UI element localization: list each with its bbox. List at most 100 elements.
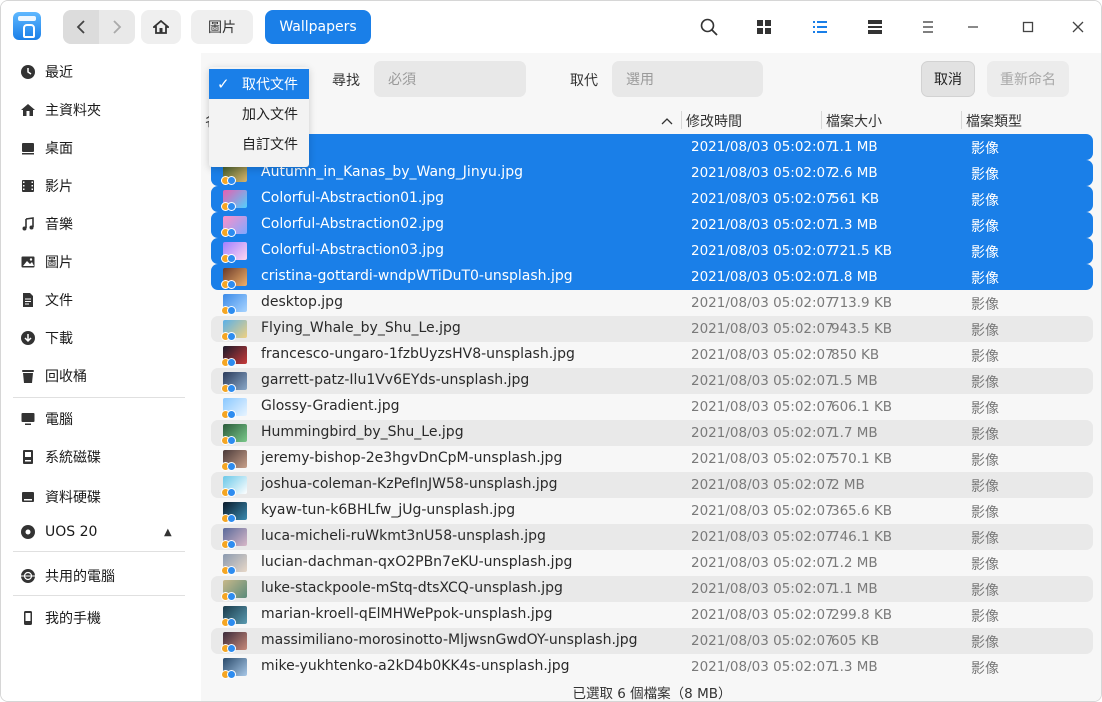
rename-bar: 尋找 必須 取代 選用 取消 重新命名 — [201, 53, 1101, 105]
image-thumbnail-icon — [221, 190, 247, 211]
file-row[interactable]: kyaw-tun-k6BHLfw_jUg-unsplash.jpg 2021/08… — [211, 498, 1093, 524]
sort-ascending-icon[interactable] — [661, 113, 673, 129]
search-button[interactable] — [695, 13, 723, 41]
breadcrumb-wallpapers[interactable]: Wallpapers — [265, 10, 371, 44]
minimize-button[interactable] — [959, 13, 987, 41]
sidebar-item-desktop[interactable]: 桌面 — [1, 131, 201, 165]
file-size: 943.5 KB — [831, 321, 893, 337]
find-label: 尋找 — [332, 73, 360, 89]
sidebar-item-label: 圖片 — [45, 255, 73, 271]
file-name: Colorful-Abstraction03.jpg — [261, 242, 445, 258]
file-row[interactable]: Flying_Whale_by_Shu_Le.jpg 2021/08/03 05:… — [211, 316, 1093, 342]
close-button[interactable] — [1064, 13, 1092, 41]
file-name: Flying_Whale_by_Shu_Le.jpg — [261, 320, 461, 336]
file-type: 影像 — [971, 635, 999, 651]
file-name: luca-micheli-ruWkmt3nU58-unsplash.jpg — [261, 528, 546, 544]
eject-icon[interactable]: ▲ — [164, 527, 172, 538]
column-divider[interactable] — [961, 111, 962, 129]
file-row[interactable]: Hummingbird_by_Shu_Le.jpg 2021/08/03 05:0… — [211, 420, 1093, 446]
menu-item-label: 取代文件 — [242, 77, 298, 93]
rename-button[interactable]: 重新命名 — [987, 61, 1069, 97]
icon-view-button[interactable] — [750, 13, 778, 41]
file-size: 606.1 KB — [831, 399, 893, 415]
maximize-button[interactable] — [1014, 13, 1042, 41]
sidebar-item-label: 系統磁碟 — [45, 450, 101, 466]
list-view-button[interactable] — [806, 13, 834, 41]
file-modified: 2021/08/03 05:02:07 — [691, 425, 834, 441]
file-row[interactable]: massimiliano-morosinotto-MljwsnGwdOY-uns… — [211, 628, 1093, 654]
file-row[interactable]: luca-micheli-ruWkmt3nU58-unsplash.jpg 202… — [211, 524, 1093, 550]
menu-item-add-text[interactable]: 加入文件 — [209, 99, 309, 129]
sidebar-item-recent[interactable]: 最近 — [1, 55, 201, 89]
file-size: 746.1 KB — [831, 529, 893, 545]
sidebar-item-downloads[interactable]: 下載 — [1, 321, 201, 355]
close-icon — [1072, 21, 1084, 33]
sidebar-item-videos[interactable]: 影片 — [1, 169, 201, 203]
file-row[interactable]: jeremy-bishop-2e3hgvDnCpM-unsplash.jpg 20… — [211, 446, 1093, 472]
file-row[interactable]: cristina-gottardi-wndpWTiDuT0-unsplash.j… — [211, 264, 1093, 290]
find-input[interactable]: 必須 — [374, 61, 526, 97]
file-row[interactable]: desktop.jpg 2021/08/03 05:02:07 713.9 KB 影像 — [211, 290, 1093, 316]
file-row[interactable]: garrett-patz-Ilu1Vv6EYds-unsplash.jpg 202… — [211, 368, 1093, 394]
file-row[interactable]: joshua-coleman-KzPefInJW58-unsplash.jpg 2… — [211, 472, 1093, 498]
sidebar-item-label: 影片 — [45, 179, 73, 195]
file-row[interactable]: 3.jpg2021/08/03 05:02:071.1 MB影像 — [211, 134, 1093, 160]
home-button[interactable] — [141, 10, 181, 44]
file-row[interactable]: Glossy-Gradient.jpg 2021/08/03 05:02:07 60… — [211, 394, 1093, 420]
file-row[interactable]: Colorful-Abstraction01.jpg 2021/08/03 05:… — [211, 186, 1093, 212]
sidebar-item-documents[interactable]: 文件 — [1, 283, 201, 317]
file-row[interactable]: Colorful-Abstraction03.jpg 2021/08/03 05:… — [211, 238, 1093, 264]
sidebar-item-home[interactable]: 主資料夾 — [1, 93, 201, 127]
icon-view-icon — [757, 20, 771, 34]
file-size: 1.1 MB — [831, 139, 878, 155]
sidebar-item-data-disk[interactable]: 資料硬碟 — [1, 480, 201, 514]
main-menu-button[interactable] — [914, 13, 942, 41]
image-thumbnail-icon — [221, 424, 247, 445]
desktop-icon — [19, 139, 37, 157]
sidebar-item-label: 桌面 — [45, 141, 73, 157]
file-size: 1.7 MB — [831, 425, 878, 441]
column-modified[interactable]: 修改時間 — [686, 111, 742, 131]
sidebar-item-uos-disc[interactable]: UOS 20 ▲ — [1, 515, 201, 549]
sidebar-item-pictures[interactable]: 圖片 — [1, 245, 201, 279]
menu-icon — [923, 21, 933, 33]
file-row[interactable]: marian-kroell-qElMHWePpok-unsplash.jpg 20… — [211, 602, 1093, 628]
sidebar-item-computer[interactable]: 電腦 — [1, 402, 201, 436]
sidebar-divider — [13, 551, 185, 552]
sidebar-item-phone[interactable]: 我的手機 — [1, 601, 201, 635]
column-divider[interactable] — [681, 111, 682, 129]
disc-icon — [19, 523, 37, 541]
menu-item-replace-text[interactable]: ✓ 取代文件 — [209, 69, 309, 99]
computer-icon — [19, 410, 37, 428]
file-type: 影像 — [971, 479, 999, 495]
column-type[interactable]: 檔案類型 — [966, 111, 1022, 131]
menu-item-custom-text[interactable]: 自訂文件 — [209, 129, 309, 159]
breadcrumb-pictures[interactable]: 圖片 — [191, 10, 253, 44]
file-type: 影像 — [971, 323, 999, 339]
detail-view-button[interactable] — [861, 13, 889, 41]
video-icon — [19, 177, 37, 195]
file-row[interactable]: lucian-dachman-qxO2PBn7eKU-unsplash.jpg 2… — [211, 550, 1093, 576]
file-row[interactable]: Autumn_in_Kanas_by_Wang_Jinyu.jpg 2021/08… — [211, 160, 1093, 186]
file-name: luke-stackpoole-mStq-dtsXCQ-unsplash.jpg — [261, 580, 563, 596]
forward-button[interactable] — [99, 10, 135, 44]
file-row[interactable]: luke-stackpoole-mStq-dtsXCQ-unsplash.jpg… — [211, 576, 1093, 602]
sidebar-item-label: 最近 — [45, 65, 73, 81]
column-divider[interactable] — [821, 111, 822, 129]
file-row[interactable]: mike-yukhtenko-a2kD4b0KK4s-unsplash.jpg 2… — [211, 654, 1093, 680]
file-row[interactable]: Colorful-Abstraction02.jpg 2021/08/03 05:… — [211, 212, 1093, 238]
file-name: Hummingbird_by_Shu_Le.jpg — [261, 424, 464, 440]
file-type: 影像 — [971, 531, 999, 547]
sidebar-item-music[interactable]: 音樂 — [1, 207, 201, 241]
sidebar-item-network[interactable]: 共用的電腦 — [1, 559, 201, 593]
sidebar-item-trash[interactable]: 回收桶 — [1, 359, 201, 393]
file-row[interactable]: francesco-ungaro-1fzbUyzsHV8-unsplash.jp… — [211, 342, 1093, 368]
replace-input[interactable]: 選用 — [612, 61, 763, 97]
file-name: marian-kroell-qElMHWePpok-unsplash.jpg — [261, 606, 553, 622]
column-size[interactable]: 檔案大小 — [826, 111, 882, 131]
cancel-button[interactable]: 取消 — [921, 61, 975, 97]
sidebar-item-system-disk[interactable]: 系統磁碟 — [1, 440, 201, 474]
file-size: 2 MB — [831, 477, 865, 493]
status-bar: 已選取 6 個檔案（8 MB） — [201, 679, 1101, 701]
back-button[interactable] — [63, 10, 99, 44]
